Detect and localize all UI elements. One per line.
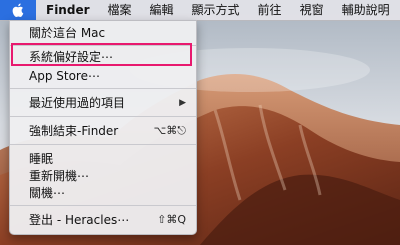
- menu-bar: Finder 檔案 編輯 顯示方式 前往 視窗 輔助說明: [0, 0, 400, 21]
- menubar-window[interactable]: 視窗: [291, 0, 333, 20]
- menubar-help[interactable]: 輔助說明: [333, 0, 399, 20]
- menu-item-restart[interactable]: 重新開機⋯: [10, 167, 196, 184]
- menu-item-label: 睡眠: [29, 152, 54, 166]
- menu-item-label: 登出 - Heracles⋯: [29, 213, 130, 227]
- menubar-file[interactable]: 檔案: [99, 0, 141, 20]
- annotation-highlight-box: [11, 43, 192, 66]
- apple-icon: [12, 3, 24, 17]
- menu-item-label: 強制結束-Finder: [29, 124, 119, 138]
- menu-separator: [10, 205, 196, 206]
- menu-item-label: 重新開機⋯: [29, 169, 90, 183]
- menu-item-force-quit[interactable]: 強制結束-Finder ⌥⌘⎋: [10, 122, 196, 139]
- menu-item-sleep[interactable]: 睡眠: [10, 150, 196, 167]
- menu-item-shut-down[interactable]: 關機⋯: [10, 184, 196, 201]
- menu-separator: [10, 116, 196, 117]
- menu-separator: [10, 88, 196, 89]
- menu-item-log-out[interactable]: 登出 - Heracles⋯ ⇧⌘Q: [10, 211, 196, 228]
- menu-separator: [10, 144, 196, 145]
- menu-item-label: 最近使用過的項目: [29, 96, 126, 110]
- menu-item-recent-items[interactable]: 最近使用過的項目 ▶: [10, 94, 196, 111]
- menubar-finder[interactable]: Finder: [36, 0, 99, 20]
- menu-item-label: 關於這台 Mac: [29, 26, 106, 40]
- menubar-go[interactable]: 前往: [249, 0, 291, 20]
- menu-item-about-this-mac[interactable]: 關於這台 Mac: [10, 24, 196, 41]
- menu-item-shortcut: ⇧⌘Q: [157, 213, 186, 226]
- menu-item-app-store[interactable]: App Store⋯: [10, 67, 196, 84]
- menubar-view[interactable]: 顯示方式: [183, 0, 249, 20]
- menubar-edit[interactable]: 編輯: [141, 0, 183, 20]
- menu-item-label: App Store⋯: [29, 68, 100, 83]
- submenu-arrow-icon: ▶: [179, 97, 186, 108]
- apple-menu-button[interactable]: [0, 0, 36, 20]
- menu-item-shortcut: ⌥⌘⎋: [153, 123, 186, 137]
- menu-item-label: 關機⋯: [29, 186, 66, 200]
